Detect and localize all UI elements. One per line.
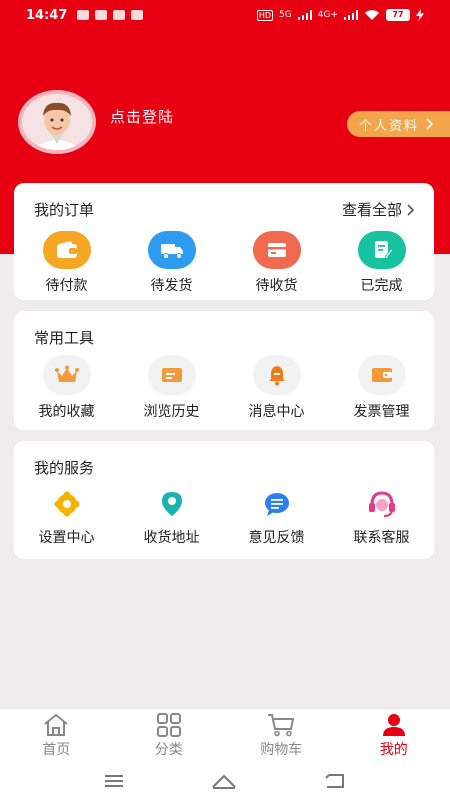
completed-doc-icon [357, 231, 406, 269]
order-label: 待发货 [150, 278, 193, 294]
notification-icon [131, 10, 144, 20]
tab-label: 我的 [379, 741, 408, 758]
tools-card: 常用工具 我的收藏 浏览历史 消息中心 发票管理 [14, 311, 434, 430]
system-nav-bar [0, 762, 450, 800]
tab-category[interactable]: 分类 [113, 709, 226, 762]
service-feedback[interactable]: 意见反馈 [224, 487, 329, 547]
tab-mine[interactable]: 我的 [338, 709, 450, 762]
home-nav-icon[interactable] [211, 772, 237, 790]
service-address[interactable]: 收货地址 [119, 487, 224, 547]
tab-home[interactable]: 首页 [0, 709, 113, 762]
order-label: 待收货 [255, 278, 298, 294]
tools-title: 常用工具 [34, 329, 95, 347]
bottom-tab-bar: 首页 分类 购物车 我的 [0, 708, 450, 762]
services-row: 设置中心 收货地址 意见反馈 联系客服 [14, 487, 434, 547]
tab-label: 首页 [42, 741, 71, 758]
services-card: 我的服务 设置中心 收货地址 意见反馈 联系客服 [14, 441, 434, 559]
5g-label: 5G [279, 10, 292, 20]
4g-label: 4G+ [317, 10, 338, 20]
headset-icon [365, 487, 399, 521]
order-label: 已完成 [360, 278, 403, 294]
signal-icon [297, 10, 312, 20]
feedback-bubble-icon [260, 487, 294, 521]
hd-tag: HD [256, 9, 274, 21]
tool-messages[interactable]: 消息中心 [224, 355, 329, 421]
gear-icon [50, 487, 84, 521]
chevron-right-icon [407, 203, 415, 216]
status-right: HD 5G 4G+ 77 [256, 9, 424, 21]
tool-label: 我的收藏 [38, 404, 95, 420]
user-icon [382, 713, 405, 736]
service-label: 联系客服 [353, 530, 410, 546]
tab-cart[interactable]: 购物车 [225, 709, 338, 762]
back-icon[interactable] [323, 772, 347, 790]
notification-icon [95, 10, 108, 20]
order-status-row: 待付款 待发货 待收货 已完成 [14, 231, 434, 295]
history-card-icon [147, 355, 196, 395]
order-completed[interactable]: 已完成 [329, 231, 434, 295]
grid-icon [156, 712, 181, 737]
home-icon [44, 713, 68, 736]
notification-icon [77, 10, 90, 20]
signal-icon [344, 10, 358, 20]
profile-button-label: 个人资料 [359, 118, 420, 134]
service-label: 意见反馈 [248, 530, 305, 546]
bell-icon [252, 355, 301, 395]
service-settings[interactable]: 设置中心 [14, 487, 119, 547]
service-label: 收货地址 [143, 530, 200, 546]
tool-invoices[interactable]: 发票管理 [329, 355, 434, 421]
view-all-label: 查看全部 [341, 201, 402, 219]
order-pending-shipment[interactable]: 待发货 [119, 231, 224, 295]
tab-label: 分类 [154, 741, 183, 758]
view-all-orders-link[interactable]: 查看全部 [342, 199, 416, 220]
cart-icon [268, 713, 295, 736]
avatar[interactable] [18, 90, 96, 154]
tool-history[interactable]: 浏览历史 [119, 355, 224, 421]
tool-favorites[interactable]: 我的收藏 [14, 355, 119, 421]
order-pending-receipt[interactable]: 待收货 [224, 231, 329, 295]
battery-indicator: 77 [386, 9, 410, 21]
status-bar: 14:47 HD 5G 4G+ 77 [0, 0, 450, 30]
package-icon [252, 231, 301, 269]
truck-icon [147, 231, 196, 269]
wifi-icon [365, 10, 379, 20]
profile-button[interactable]: 个人资料 [347, 111, 450, 137]
services-title: 我的服务 [34, 459, 95, 477]
location-pin-icon [155, 487, 189, 521]
service-label: 设置中心 [38, 530, 95, 546]
service-customer-support[interactable]: 联系客服 [329, 487, 434, 547]
orders-title: 我的订单 [34, 201, 95, 219]
status-time: 14:47 [26, 7, 68, 23]
wallet-icon [42, 231, 91, 269]
tools-row: 我的收藏 浏览历史 消息中心 发票管理 [14, 355, 434, 421]
tool-label: 发票管理 [353, 404, 410, 420]
notification-icons [77, 10, 144, 20]
tab-label: 购物车 [260, 741, 303, 758]
order-pending-payment[interactable]: 待付款 [14, 231, 119, 295]
invoice-wallet-icon [357, 355, 406, 395]
crown-icon [42, 355, 91, 395]
charging-icon [416, 9, 424, 21]
menu-icon[interactable] [103, 773, 125, 789]
login-link[interactable]: 点击登陆 [110, 106, 174, 127]
order-label: 待付款 [45, 278, 88, 294]
tool-label: 浏览历史 [143, 404, 200, 420]
orders-card: 我的订单 查看全部 待付款 待发货 待收货 已完成 [14, 183, 434, 300]
notification-icon [113, 10, 126, 20]
chevron-right-icon [426, 118, 434, 130]
tool-label: 消息中心 [248, 404, 305, 420]
avatar-icon [22, 94, 92, 150]
